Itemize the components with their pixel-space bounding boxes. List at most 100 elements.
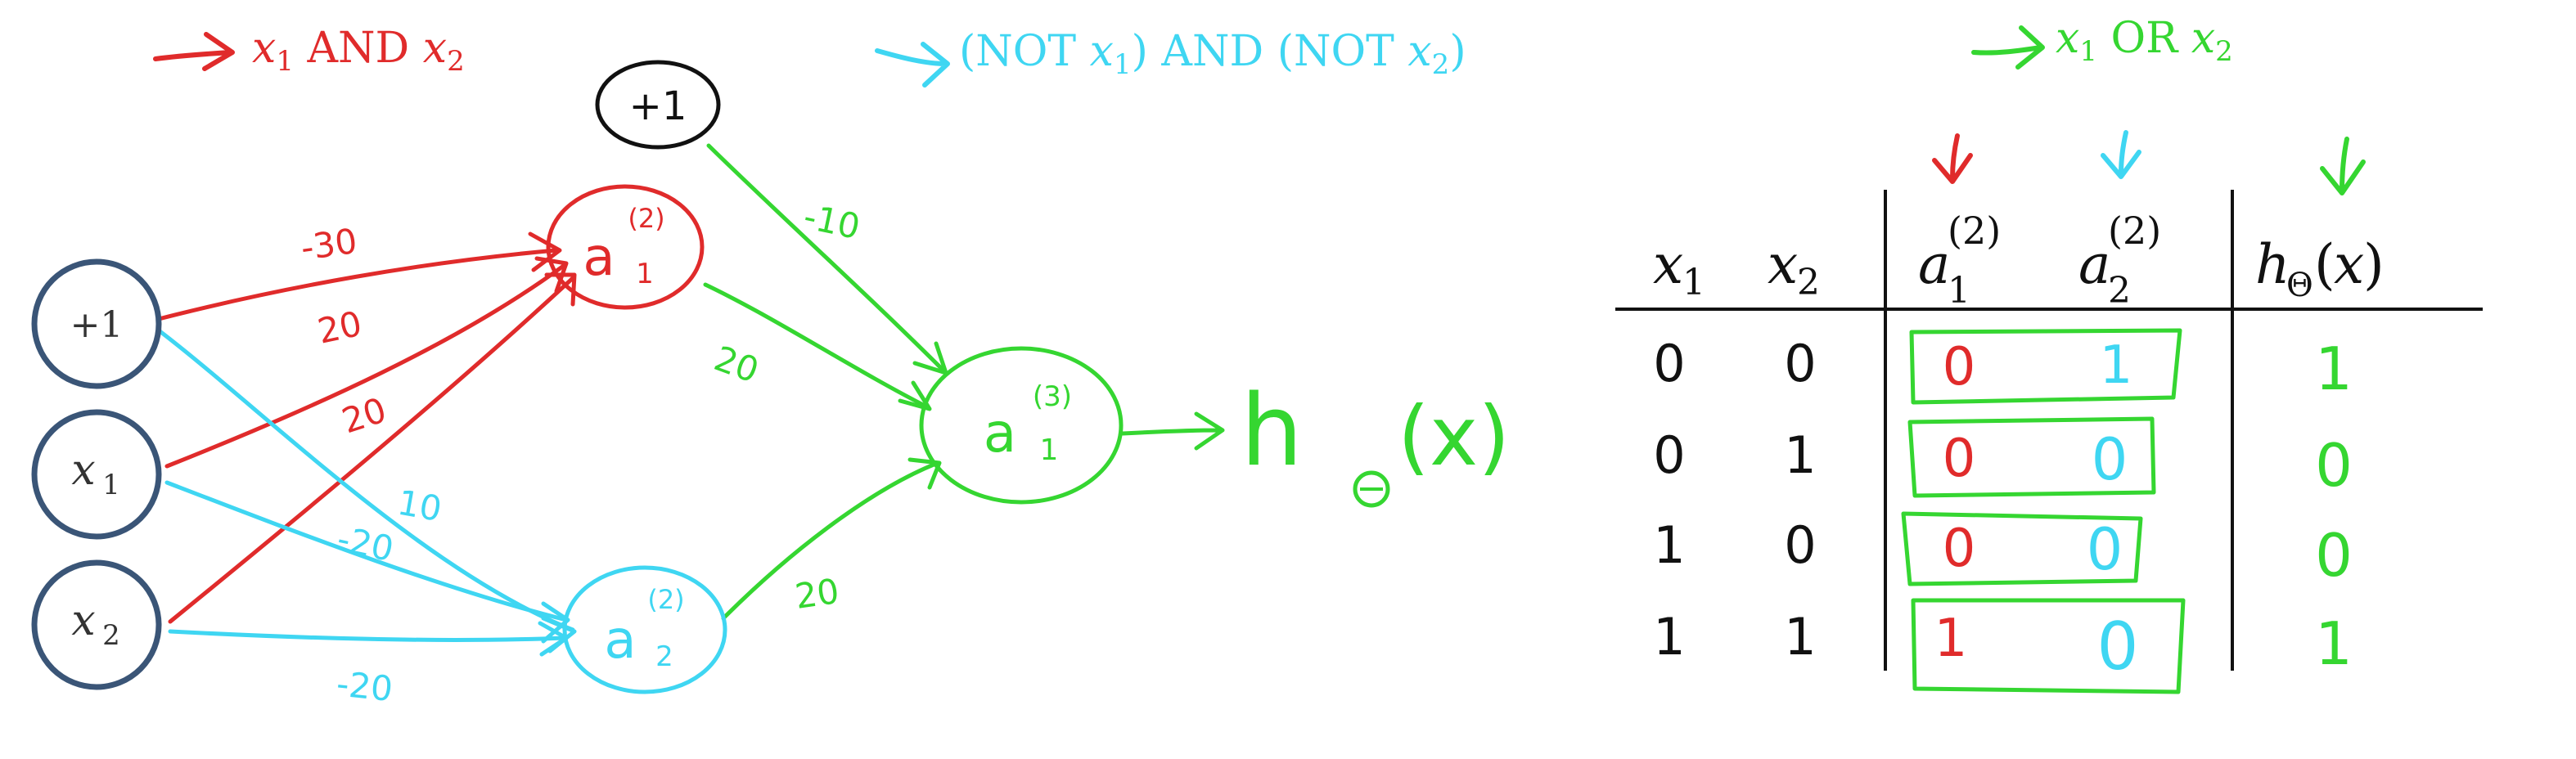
table-cell: 1: [1653, 607, 1685, 667]
svg-text:1: 1: [1948, 270, 1970, 312]
header-x1: x 1: [1653, 233, 1705, 303]
svg-text:1: 1: [102, 469, 120, 501]
table-cell: 1: [2100, 335, 2133, 396]
svg-text:2: 2: [2108, 270, 2131, 312]
arrow-icon: [1971, 25, 2045, 70]
svg-text:x: x: [1768, 233, 1798, 296]
table-cell: 1: [2315, 335, 2353, 403]
weight-label: -20: [335, 663, 394, 709]
svg-text:1: 1: [636, 258, 654, 290]
table-cell: 0: [1653, 334, 1685, 393]
svg-text:a: a: [984, 402, 1016, 465]
header-a2: a (2) 2: [2078, 209, 2161, 312]
table-cell: 1: [1653, 515, 1685, 575]
edge-bias-a2: [156, 328, 575, 632]
svg-text:(x): (x): [1398, 388, 1510, 484]
neural-network-diagram: x1 AND x2 (NOT x1) AND (NOT x2) x1 OR x2: [31, 14, 2483, 709]
table-body: 0 0 0 1 1 0 1 0 0 0 1 0 0 0 0 1 1 1 0 1: [1653, 334, 2353, 685]
arrow-icon: [2101, 130, 2141, 179]
table-cell: 1: [1784, 425, 1816, 485]
svg-text:x: x: [71, 446, 95, 495]
weight-label: 20: [793, 571, 842, 617]
table-row: 0 0 0 1 1: [1653, 334, 2353, 403]
edge-x2-a2: [168, 629, 567, 642]
weight-label: 20: [314, 303, 365, 352]
table-cell: 0: [2092, 426, 2128, 493]
header-x2: x 2: [1768, 233, 1820, 303]
arrow-icon: [1932, 133, 1973, 184]
table-cell: 0: [1653, 425, 1685, 485]
edge-out-h: [1120, 411, 1225, 451]
table-cell: 0: [1784, 334, 1816, 393]
svg-text:2: 2: [102, 619, 120, 652]
header-h: h Θ ( x ): [2255, 233, 2385, 304]
table-cell: 0: [2315, 521, 2353, 590]
table-row: 1 0 0 0 0: [1653, 515, 2353, 590]
table-cell: 0: [1943, 519, 1976, 579]
svg-text:(2): (2): [628, 203, 664, 234]
arrow-icon: [2320, 137, 2366, 195]
svg-text:(2): (2): [2108, 209, 2161, 253]
svg-text:x: x: [1653, 233, 1683, 296]
caption-and: x1 AND x2: [153, 24, 465, 78]
table-row: 0 1 0 0 0: [1653, 425, 2353, 500]
table-column-arrows: [1932, 130, 2366, 195]
table-cell: 0: [1943, 429, 1976, 489]
edges-to-output: [703, 143, 1225, 621]
caption-nor: (NOT x1) AND (NOT x2): [875, 27, 1466, 88]
caption-nor-text: (NOT x1) AND (NOT x2): [959, 27, 1466, 81]
hidden-node-a1: a (2) 1: [546, 184, 705, 310]
table-cell: 1: [1934, 609, 1968, 669]
svg-text:a: a: [2078, 233, 2110, 296]
svg-text:1: 1: [1682, 262, 1705, 303]
svg-text:(2): (2): [647, 584, 684, 615]
edge-x1-a1: [164, 263, 567, 469]
caption-or: x1 OR x2: [1971, 14, 2233, 70]
svg-text:h: h: [2255, 233, 2290, 296]
input-node-bias: +1: [31, 258, 162, 389]
edge-x2-a1: [168, 276, 575, 624]
svg-text:a: a: [1918, 233, 1950, 296]
arrow-icon: [153, 32, 235, 71]
hidden-bias-node: +1: [595, 60, 721, 150]
weight-label: 20: [337, 389, 391, 441]
table-cell: 1: [2315, 609, 2353, 678]
arrow-icon: [875, 42, 950, 88]
table-cell: 0: [2097, 609, 2139, 685]
svg-text:a: a: [583, 227, 615, 288]
svg-text:(: (: [2314, 233, 2335, 296]
output-node: a (3) 1: [919, 346, 1124, 505]
output-label: h (x): [1241, 375, 1510, 508]
svg-text:): ): [2363, 233, 2385, 296]
svg-text:2: 2: [1797, 262, 1820, 303]
hidden-bias-label: +1: [629, 83, 687, 129]
input-node-label: +1: [70, 304, 124, 346]
weight-label: 20: [709, 338, 764, 390]
caption-or-text: x1 OR x2: [2056, 14, 2233, 68]
table-cell: 0: [2315, 431, 2353, 500]
svg-text:h: h: [1241, 375, 1303, 488]
hidden-node-a2: a (2) 2: [562, 565, 727, 694]
svg-text:x: x: [2334, 233, 2364, 296]
table-cell: 0: [1943, 337, 1976, 397]
svg-text:a: a: [604, 610, 636, 671]
svg-text:2: 2: [655, 640, 673, 673]
svg-text:(3): (3): [1033, 380, 1072, 413]
table-cell: 0: [2087, 516, 2123, 583]
svg-text:x: x: [71, 596, 95, 645]
svg-text:(2): (2): [1948, 209, 2001, 253]
weight-label: 10: [394, 483, 444, 530]
svg-text:Θ: Θ: [2286, 267, 2313, 304]
weight-label: -30: [299, 221, 360, 268]
table-header: x 1 x 2 a (2) 1 a (2) 2 h Θ ( x ): [1653, 209, 2385, 312]
header-a1: a (2) 1: [1918, 209, 2001, 312]
svg-text:1: 1: [1040, 433, 1059, 467]
input-node-x1: x 1: [31, 409, 162, 540]
input-node-x2: x 2: [31, 559, 162, 690]
table-cell: 1: [1784, 607, 1816, 667]
table-row: 1 1 1 0 1: [1653, 607, 2353, 685]
weight-label: -20: [334, 519, 397, 569]
edge-bias-out: [706, 143, 947, 374]
caption-and-text: x1 AND x2: [252, 24, 465, 78]
table-cell: 0: [1784, 515, 1816, 575]
